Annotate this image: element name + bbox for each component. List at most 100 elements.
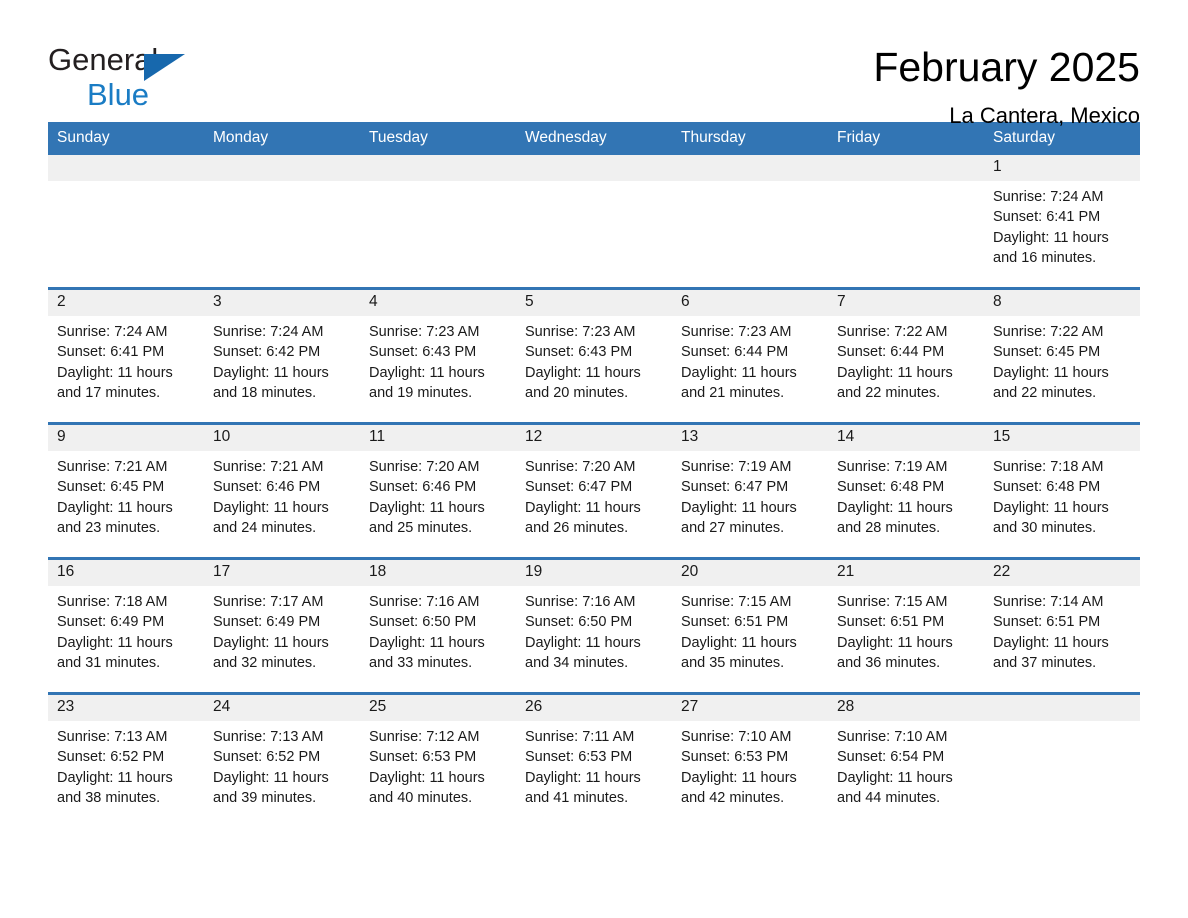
sunset-text: Sunset: 6:52 PM [213, 749, 321, 766]
daylight-text: Daylight: 11 hours and 23 minutes. [57, 499, 173, 536]
day-number: 23 [48, 695, 204, 721]
logo-text-blue: Blue [87, 77, 150, 112]
sunrise-text: Sunrise: 7:22 AM [837, 324, 948, 340]
day-sun-info: Sunrise: 7:10 AM Sunset: 6:54 PM Daylight:… [828, 721, 984, 808]
sunset-text: Sunset: 6:48 PM [837, 479, 945, 496]
day-sun-info: Sunrise: 7:16 AM Sunset: 6:50 PM Daylight:… [516, 586, 672, 673]
sunset-text: Sunset: 6:41 PM [993, 209, 1101, 226]
calendar-day-cell[interactable]: 23 Sunrise: 7:13 AM Sunset: 6:52 PM Dayligh… [48, 692, 204, 827]
day-cell-content: 4 Sunrise: 7:23 AM Sunset: 6:43 PM Daylight… [360, 290, 516, 422]
calendar-week-row: 1 Sunrise: 7:24 AM Sunset: 6:41 PM Daylight… [48, 155, 1140, 289]
day-sun-info: Sunrise: 7:15 AM Sunset: 6:51 PM Daylight:… [672, 586, 828, 673]
daylight-text: Daylight: 11 hours and 40 minutes. [369, 769, 485, 806]
calendar-day-cell[interactable]: 12 Sunrise: 7:20 AM Sunset: 6:47 PM Dayligh… [516, 422, 672, 559]
calendar-day-cell[interactable]: 1 Sunrise: 7:24 AM Sunset: 6:41 PM Daylight… [984, 155, 1140, 289]
sunrise-text: Sunrise: 7:17 AM [213, 594, 324, 610]
calendar-day-cell[interactable]: 27 Sunrise: 7:10 AM Sunset: 6:53 PM Dayligh… [672, 692, 828, 827]
day-cell-content: 15 Sunrise: 7:18 AM Sunset: 6:48 PM Dayligh… [984, 425, 1140, 557]
sunset-text: Sunset: 6:43 PM [525, 344, 633, 361]
day-cell-content: 19 Sunrise: 7:16 AM Sunset: 6:50 PM Dayligh… [516, 560, 672, 692]
day-number: 26 [516, 695, 672, 721]
generalblue-logo[interactable]: General Blue [48, 44, 208, 114]
calendar-day-cell[interactable]: 22 Sunrise: 7:14 AM Sunset: 6:51 PM Dayligh… [984, 557, 1140, 694]
calendar-day-cell[interactable]: 9 Sunrise: 7:21 AM Sunset: 6:45 PM Daylight… [48, 422, 204, 559]
calendar-day-cell[interactable] [984, 692, 1140, 827]
sunset-text: Sunset: 6:50 PM [525, 614, 633, 631]
calendar-day-cell[interactable]: 14 Sunrise: 7:19 AM Sunset: 6:48 PM Dayligh… [828, 422, 984, 559]
calendar-day-cell[interactable]: 20 Sunrise: 7:15 AM Sunset: 6:51 PM Dayligh… [672, 557, 828, 694]
triangle-icon [144, 54, 185, 81]
day-cell-content: 26 Sunrise: 7:11 AM Sunset: 6:53 PM Dayligh… [516, 695, 672, 827]
day-cell-content: 6 Sunrise: 7:23 AM Sunset: 6:44 PM Daylight… [672, 290, 828, 422]
calendar-day-cell[interactable]: 8 Sunrise: 7:22 AM Sunset: 6:45 PM Daylight… [984, 287, 1140, 424]
day-cell-content: 5 Sunrise: 7:23 AM Sunset: 6:43 PM Daylight… [516, 290, 672, 422]
sunrise-text: Sunrise: 7:15 AM [837, 594, 948, 610]
day-cell-content: 22 Sunrise: 7:14 AM Sunset: 6:51 PM Dayligh… [984, 560, 1140, 692]
daylight-text: Daylight: 11 hours and 32 minutes. [213, 634, 329, 671]
calendar-day-cell[interactable]: 16 Sunrise: 7:18 AM Sunset: 6:49 PM Dayligh… [48, 557, 204, 694]
calendar-day-cell[interactable]: 19 Sunrise: 7:16 AM Sunset: 6:50 PM Dayligh… [516, 557, 672, 694]
day-number: 22 [984, 560, 1140, 586]
day-cell-content [360, 155, 516, 287]
calendar-day-cell[interactable]: 2 Sunrise: 7:24 AM Sunset: 6:41 PM Daylight… [48, 287, 204, 424]
calendar-day-cell[interactable]: 26 Sunrise: 7:11 AM Sunset: 6:53 PM Dayligh… [516, 692, 672, 827]
calendar-day-cell[interactable] [48, 155, 204, 289]
day-cell-content: 11 Sunrise: 7:20 AM Sunset: 6:46 PM Dayligh… [360, 425, 516, 557]
day-sun-info: Sunrise: 7:24 AM Sunset: 6:42 PM Daylight:… [204, 316, 360, 403]
calendar-day-cell[interactable]: 21 Sunrise: 7:15 AM Sunset: 6:51 PM Dayligh… [828, 557, 984, 694]
calendar-day-cell[interactable]: 7 Sunrise: 7:22 AM Sunset: 6:44 PM Daylight… [828, 287, 984, 424]
day-sun-info: Sunrise: 7:24 AM Sunset: 6:41 PM Daylight:… [48, 316, 204, 403]
calendar-day-cell[interactable]: 10 Sunrise: 7:21 AM Sunset: 6:46 PM Dayligh… [204, 422, 360, 559]
day-number: 14 [828, 425, 984, 451]
sunset-text: Sunset: 6:51 PM [837, 614, 945, 631]
calendar-day-cell[interactable]: 5 Sunrise: 7:23 AM Sunset: 6:43 PM Daylight… [516, 287, 672, 424]
day-sun-info: Sunrise: 7:18 AM Sunset: 6:48 PM Daylight:… [984, 451, 1140, 538]
day-number: 16 [48, 560, 204, 586]
calendar-day-cell[interactable]: 3 Sunrise: 7:24 AM Sunset: 6:42 PM Daylight… [204, 287, 360, 424]
day-number [828, 155, 984, 181]
calendar-day-cell[interactable] [828, 155, 984, 289]
sunrise-text: Sunrise: 7:24 AM [213, 324, 324, 340]
calendar-day-cell[interactable]: 4 Sunrise: 7:23 AM Sunset: 6:43 PM Daylight… [360, 287, 516, 424]
calendar-day-cell[interactable]: 11 Sunrise: 7:20 AM Sunset: 6:46 PM Dayligh… [360, 422, 516, 559]
sunrise-text: Sunrise: 7:10 AM [681, 729, 792, 745]
weekday-header-tuesday: Tuesday [360, 122, 516, 155]
sunset-text: Sunset: 6:47 PM [525, 479, 633, 496]
daylight-text: Daylight: 11 hours and 34 minutes. [525, 634, 641, 671]
day-number: 3 [204, 290, 360, 316]
day-cell-content: 28 Sunrise: 7:10 AM Sunset: 6:54 PM Dayligh… [828, 695, 984, 827]
day-cell-content: 25 Sunrise: 7:12 AM Sunset: 6:53 PM Dayligh… [360, 695, 516, 827]
calendar-day-cell[interactable]: 17 Sunrise: 7:17 AM Sunset: 6:49 PM Dayligh… [204, 557, 360, 694]
calendar-day-cell[interactable]: 25 Sunrise: 7:12 AM Sunset: 6:53 PM Dayligh… [360, 692, 516, 827]
day-number [204, 155, 360, 181]
daylight-text: Daylight: 11 hours and 27 minutes. [681, 499, 797, 536]
day-sun-info: Sunrise: 7:21 AM Sunset: 6:46 PM Daylight:… [204, 451, 360, 538]
calendar-day-cell[interactable]: 15 Sunrise: 7:18 AM Sunset: 6:48 PM Dayligh… [984, 422, 1140, 559]
calendar-day-cell[interactable]: 6 Sunrise: 7:23 AM Sunset: 6:44 PM Daylight… [672, 287, 828, 424]
sunrise-text: Sunrise: 7:24 AM [57, 324, 168, 340]
sunset-text: Sunset: 6:42 PM [213, 344, 321, 361]
day-number: 28 [828, 695, 984, 721]
calendar-day-cell[interactable]: 24 Sunrise: 7:13 AM Sunset: 6:52 PM Dayligh… [204, 692, 360, 827]
calendar-day-cell[interactable]: 18 Sunrise: 7:16 AM Sunset: 6:50 PM Dayligh… [360, 557, 516, 694]
day-cell-content: 17 Sunrise: 7:17 AM Sunset: 6:49 PM Dayligh… [204, 560, 360, 692]
calendar-day-cell[interactable]: 13 Sunrise: 7:19 AM Sunset: 6:47 PM Dayligh… [672, 422, 828, 559]
day-sun-info: Sunrise: 7:22 AM Sunset: 6:45 PM Daylight:… [984, 316, 1140, 403]
day-cell-content: 16 Sunrise: 7:18 AM Sunset: 6:49 PM Dayligh… [48, 560, 204, 692]
sunset-text: Sunset: 6:53 PM [681, 749, 789, 766]
sunrise-text: Sunrise: 7:13 AM [213, 729, 324, 745]
calendar-day-cell[interactable] [516, 155, 672, 289]
calendar-day-cell[interactable]: 28 Sunrise: 7:10 AM Sunset: 6:54 PM Dayligh… [828, 692, 984, 827]
sunrise-text: Sunrise: 7:22 AM [993, 324, 1104, 340]
daylight-text: Daylight: 11 hours and 30 minutes. [993, 499, 1109, 536]
daylight-text: Daylight: 11 hours and 24 minutes. [213, 499, 329, 536]
calendar-day-cell[interactable] [672, 155, 828, 289]
sunset-text: Sunset: 6:49 PM [213, 614, 321, 631]
sunrise-text: Sunrise: 7:13 AM [57, 729, 168, 745]
calendar-day-cell[interactable] [204, 155, 360, 289]
daylight-text: Daylight: 11 hours and 20 minutes. [525, 364, 641, 401]
sunset-text: Sunset: 6:47 PM [681, 479, 789, 496]
day-number: 20 [672, 560, 828, 586]
calendar-day-cell[interactable] [360, 155, 516, 289]
day-sun-info: Sunrise: 7:13 AM Sunset: 6:52 PM Daylight:… [48, 721, 204, 808]
